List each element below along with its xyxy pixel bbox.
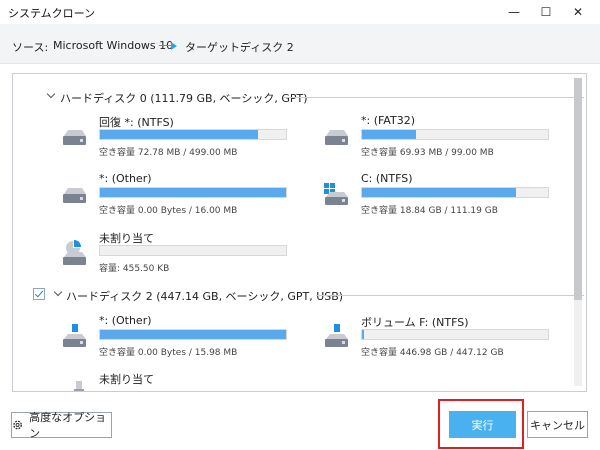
cancel-button[interactable]: キャンセル: [527, 411, 588, 438]
partition-name: ボリューム F: (NTFS): [361, 316, 469, 329]
usage-bar-fill: [362, 130, 416, 139]
usage-bar-fill: [100, 188, 286, 197]
partition-c-drive[interactable]: C: (NTFS) 空き容量 18.84 GB / 111.19 GB: [321, 172, 561, 217]
partition-volume-f[interactable]: ボリューム F: (NTFS) 空き容量 446.98 GB / 447.12 …: [321, 314, 561, 359]
partition-size: 容量: 455.50 KB: [99, 264, 170, 274]
usage-bar-fill: [362, 188, 517, 197]
partition-fat32[interactable]: *: (FAT32) 空き容量 69.93 MB / 99.00 MB: [321, 114, 561, 159]
disk-2-checkbox[interactable]: [33, 288, 45, 300]
partition-usb-other[interactable]: *: (Other) 空き容量 0.00 Bytes / 15.98 MB: [59, 314, 299, 359]
partition-name: *: (Other): [99, 172, 152, 185]
partition-name: 未割り当て: [99, 232, 154, 245]
minimize-button[interactable]: —: [498, 0, 530, 24]
disk-2-label: ハードディスク 2 (447.14 GB, ベーシック, GPT, USB): [66, 290, 344, 303]
usage-bar-fill: [100, 330, 286, 339]
minimize-icon: —: [508, 5, 520, 19]
disk-0-label: ハードディスク 0 (111.79 GB, ベーシック, GPT): [60, 92, 308, 105]
partition-unallocated[interactable]: 未割り当て 容量: 455.50 KB: [59, 230, 299, 275]
usb-drive-icon: [74, 381, 84, 391]
source-value: Microsoft Windows 10: [53, 39, 174, 52]
usb-drive-icon: [63, 324, 86, 347]
divider: [316, 295, 584, 296]
maximize-button[interactable]: ☐: [530, 0, 562, 24]
disk-0-header[interactable]: ハードディスク 0 (111.79 GB, ベーシック, GPT): [46, 89, 584, 105]
usage-bar: [99, 245, 287, 256]
chevron-down-icon: [46, 89, 56, 99]
partition-name: 回復 *: (NTFS): [99, 116, 174, 129]
usb-drive-icon: [325, 324, 348, 347]
gear-icon: [13, 420, 22, 430]
usage-bar: [361, 329, 549, 340]
usage-bar: [361, 129, 549, 140]
arrow-head-icon: [171, 42, 177, 50]
disk-2-header[interactable]: ハードディスク 2 (447.14 GB, ベーシック, GPT, USB): [53, 287, 584, 303]
partition-size: 空き容量 0.00 Bytes / 15.98 MB: [99, 348, 238, 358]
chevron-down-icon: [53, 287, 63, 297]
close-icon: ✕: [572, 5, 584, 19]
partition-size: 空き容量 0.00 Bytes / 16.00 MB: [99, 206, 238, 216]
usage-bar-fill: [362, 330, 364, 339]
highlight-box: [438, 399, 524, 449]
usage-bar: [99, 329, 287, 340]
partition-size: 空き容量 446.98 GB / 447.12 GB: [361, 348, 504, 358]
partition-name: 未割り当て: [99, 373, 154, 386]
clone-summary-bar: ソース: Microsoft Windows 10 ターゲット: ディスク 2: [0, 24, 600, 64]
scrollbar-thumb[interactable]: [574, 78, 582, 300]
close-button[interactable]: ✕: [562, 0, 594, 24]
usage-bar-fill: [100, 130, 259, 139]
partition-size: 空き容量 69.93 MB / 99.00 MB: [361, 148, 494, 158]
disk-list-panel: ハードディスク 0 (111.79 GB, ベーシック, GPT) 回復 *: …: [12, 73, 587, 392]
maximize-icon: ☐: [540, 5, 552, 19]
partition-name: C: (NTFS): [361, 172, 413, 185]
drive-icon: [63, 130, 86, 145]
partition-name: *: (Other): [99, 314, 152, 327]
advanced-options-label: 高度なオプション: [29, 411, 107, 440]
target-label: ターゲット:: [185, 41, 244, 54]
drive-icon: [325, 130, 348, 145]
usage-bar: [99, 187, 287, 198]
partition-size: 空き容量 72.78 MB / 499.00 MB: [99, 148, 238, 158]
partition-name: *: (FAT32): [361, 114, 415, 127]
windows-drive-icon: [324, 183, 348, 205]
title-bar: システムクローン — ☐ ✕: [0, 0, 600, 24]
cancel-label: キャンセル: [530, 418, 585, 432]
advanced-options-button[interactable]: 高度なオプション: [11, 411, 112, 440]
partition-size: 空き容量 18.84 GB / 111.19 GB: [361, 206, 498, 216]
usage-bar: [361, 187, 549, 198]
unallocated-icon: [63, 240, 86, 265]
partition-usb-unallocated[interactable]: 未割り当て: [59, 371, 299, 391]
source-label: ソース:: [12, 41, 49, 54]
partition-other[interactable]: *: (Other) 空き容量 0.00 Bytes / 16.00 MB: [59, 172, 299, 217]
target-value: ディスク 2: [240, 41, 294, 54]
divider: [284, 97, 584, 98]
window-title: システムクローン: [8, 7, 96, 20]
usage-bar: [99, 129, 287, 140]
partition-recovery[interactable]: 回復 *: (NTFS) 空き容量 72.78 MB / 499.00 MB: [59, 114, 299, 159]
drive-icon: [63, 188, 86, 203]
checkmark-icon: [34, 288, 44, 298]
